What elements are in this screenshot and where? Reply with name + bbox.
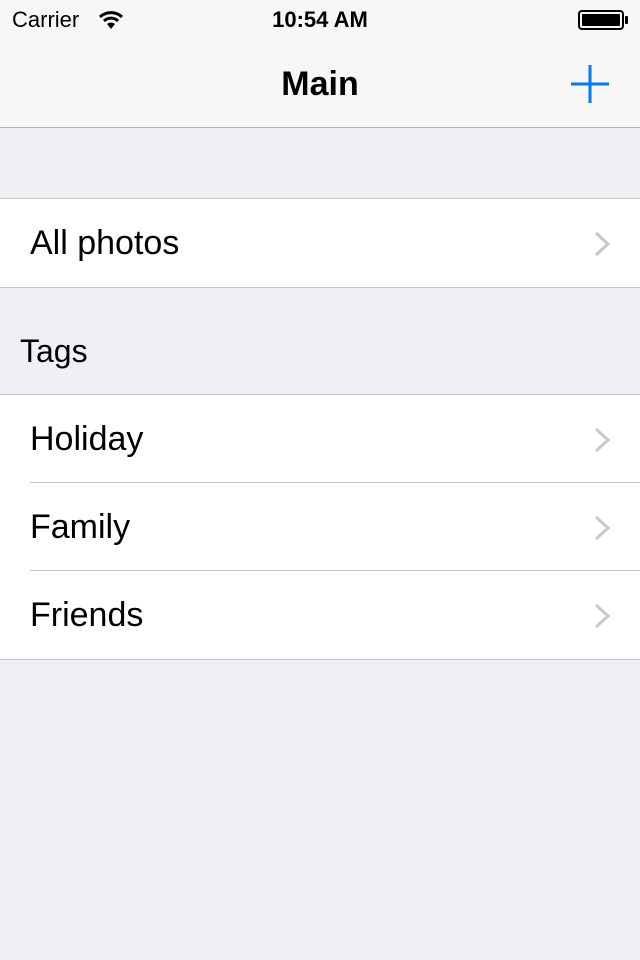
all-photos-cell[interactable]: All photos <box>0 199 640 287</box>
status-bar: Carrier 10:54 AM <box>0 0 640 40</box>
status-time: 10:54 AM <box>272 7 368 32</box>
tag-cell-family[interactable]: Family <box>0 483 640 571</box>
all-photos-label: All photos <box>30 224 180 262</box>
tags-group: Holiday Family Friends <box>0 394 640 660</box>
plus-icon[interactable] <box>566 60 614 108</box>
chevron-right-icon <box>594 427 610 453</box>
chevron-right-icon <box>594 231 610 257</box>
tag-label: Family <box>30 508 131 546</box>
chevron-right-icon <box>594 515 610 541</box>
all-photos-group: All photos <box>0 198 640 288</box>
page-title: Main <box>281 65 359 103</box>
tag-label: Holiday <box>30 420 144 458</box>
tags-section-header: Tags <box>20 333 88 369</box>
tag-cell-friends[interactable]: Friends <box>0 571 640 659</box>
tag-label: Friends <box>30 596 144 634</box>
battery-icon <box>578 10 628 30</box>
tag-cell-holiday[interactable]: Holiday <box>0 395 640 483</box>
navigation-bar: Carrier 10:54 AM Main <box>0 0 640 128</box>
chevron-right-icon <box>594 603 610 629</box>
